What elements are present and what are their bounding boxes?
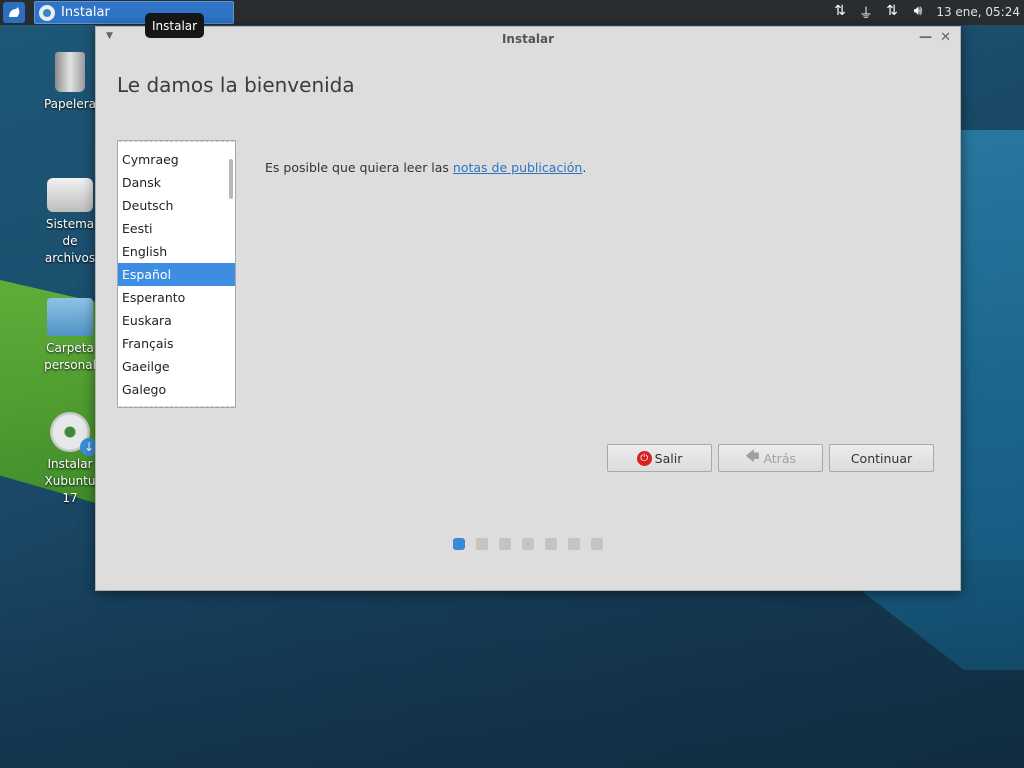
page-title: Le damos la bienvenida	[117, 73, 355, 97]
continue-button[interactable]: Continuar	[829, 444, 934, 472]
clock[interactable]: 13 ene, 05:24	[936, 5, 1020, 19]
step-dot	[568, 538, 580, 550]
release-notes-text: Es posible que quiera leer las notas de …	[265, 160, 586, 175]
power-plug-icon[interactable]: ⏚	[856, 3, 876, 22]
arrow-left-icon: 🡄	[744, 449, 760, 465]
step-dot	[545, 538, 557, 550]
back-button[interactable]: 🡄 Atrás	[718, 444, 823, 472]
power-icon: ⏻	[636, 450, 652, 466]
list-item[interactable]: Gaeilge	[118, 355, 228, 378]
list-scrollbar[interactable]	[229, 159, 233, 199]
back-button-label: Atrás	[763, 450, 796, 466]
desktop-wallpaper-shade	[0, 560, 1024, 768]
list-item[interactable]: Eesti	[118, 217, 228, 240]
system-tray: ⇅ ⏚ ⇅ 🔊︎	[830, 3, 928, 22]
installer-window: ▼ Instalar — ✕ Le damos la bienvenida Cy…	[95, 26, 961, 591]
step-dot-active	[453, 538, 465, 550]
whisker-menu-button[interactable]	[3, 2, 25, 23]
volume-icon[interactable]: 🔊︎	[908, 3, 928, 22]
step-dot	[591, 538, 603, 550]
list-item[interactable]: Français	[118, 332, 228, 355]
installer-icon	[39, 4, 55, 21]
xfce-mouse-icon	[9, 6, 20, 17]
window-menu-icon[interactable]: ▼	[106, 31, 113, 41]
network-updown-icon[interactable]: ⇅	[830, 3, 850, 22]
list-item-selected[interactable]: Español	[118, 263, 235, 286]
step-dot	[499, 538, 511, 550]
list-divider	[119, 406, 234, 407]
step-progress-dots	[453, 538, 603, 550]
list-item[interactable]: Euskara	[118, 309, 228, 332]
window-titlebar[interactable]: ▼ Instalar — ✕	[96, 27, 960, 51]
list-item[interactable]: English	[118, 240, 228, 263]
notes-prefix: Es posible que quiera leer las	[265, 160, 453, 175]
install-disc-icon	[50, 412, 98, 456]
quit-button[interactable]: ⏻ Salir	[607, 444, 712, 472]
trash-icon	[55, 52, 85, 92]
desktop-icon-label: Sistema de archivos	[44, 217, 96, 265]
list-item[interactable]: Dansk	[118, 171, 228, 194]
window-title: Instalar	[501, 32, 555, 46]
quit-button-label: Salir	[654, 450, 683, 466]
step-dot	[522, 538, 534, 550]
filesystem-icon	[47, 178, 93, 212]
release-notes-link[interactable]: notas de publicación	[453, 160, 582, 175]
list-item[interactable]: Esperanto	[118, 286, 228, 309]
taskbar-tooltip: Instalar	[145, 13, 205, 38]
minimize-icon[interactable]: —	[919, 30, 932, 45]
home-folder-icon	[47, 298, 93, 336]
list-item[interactable]: Deutsch	[118, 194, 228, 217]
network-updown-icon[interactable]: ⇅	[882, 3, 902, 22]
step-dot	[476, 538, 488, 550]
notes-suffix: .	[582, 160, 587, 175]
desktop-icon-label: Carpeta personal	[44, 341, 96, 372]
list-item[interactable]: Cymraeg	[118, 148, 228, 171]
list-divider	[119, 141, 234, 142]
taskbar-item-label: Instalar	[61, 5, 110, 20]
close-icon[interactable]: ✕	[940, 30, 951, 45]
list-item[interactable]: Galego	[118, 378, 228, 401]
continue-button-label: Continuar	[850, 450, 913, 466]
language-list[interactable]: Cymraeg Dansk Deutsch Eesti English Espa…	[117, 140, 236, 408]
